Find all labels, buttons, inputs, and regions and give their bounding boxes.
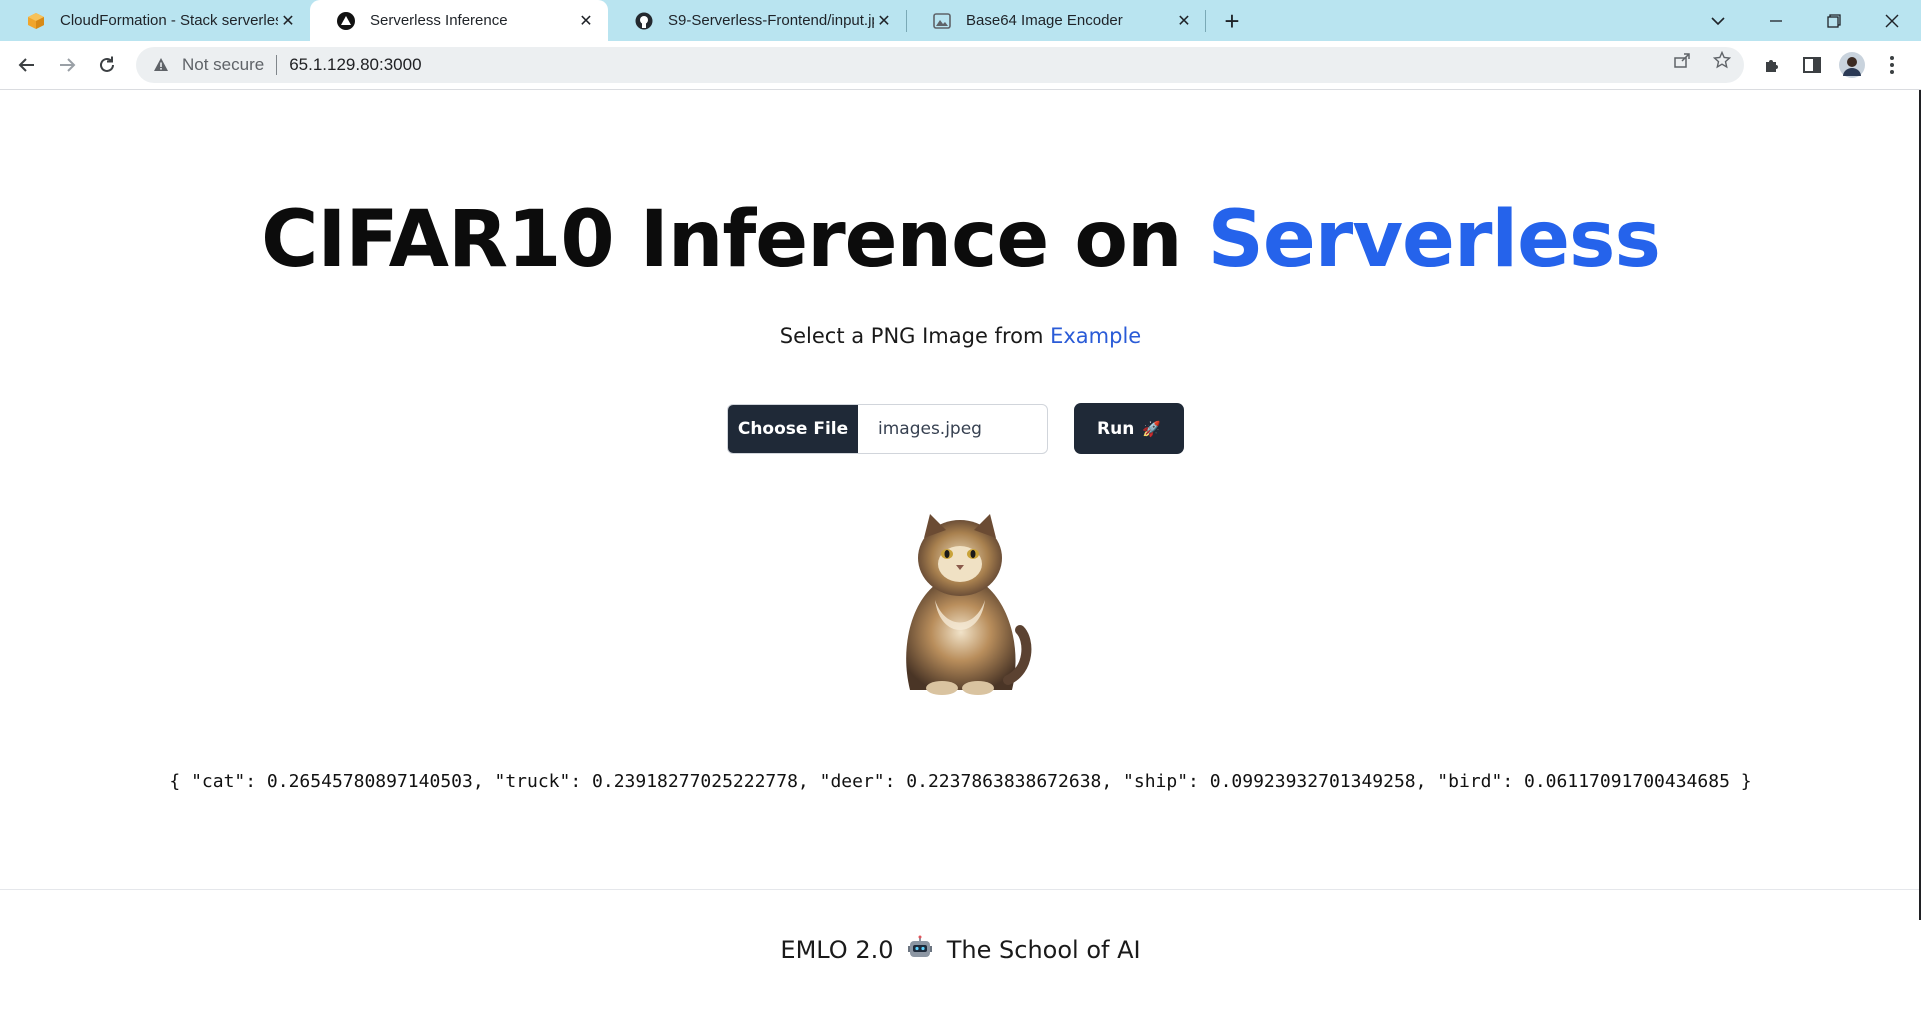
restore-button[interactable] — [1806, 0, 1862, 41]
reload-icon[interactable] — [93, 51, 121, 79]
tab-serverless-inference[interactable]: Serverless Inference ✕ — [310, 0, 608, 41]
prediction-result: { "cat": 0.26545780897140503, "truck": 0… — [169, 771, 1752, 792]
file-input[interactable]: Choose File images.jpeg — [727, 404, 1048, 454]
new-tab-button[interactable]: + — [1219, 6, 1245, 36]
tab-github[interactable]: S9-Serverless-Frontend/input.jpg ✕ — [608, 0, 906, 41]
robot-icon — [907, 935, 933, 967]
tab-title: S9-Serverless-Frontend/input.jpg — [668, 12, 874, 29]
tab-search-chevron-icon[interactable] — [1690, 0, 1746, 41]
warning-triangle-icon[interactable] — [152, 56, 170, 74]
example-link[interactable]: Example — [1050, 324, 1141, 348]
footer-left: EMLO 2.0 — [780, 936, 894, 964]
tab-strip: CloudFormation - Stack serverless ✕ Serv… — [0, 0, 1921, 41]
avatar[interactable] — [1838, 51, 1866, 79]
tab-cloudformation[interactable]: CloudFormation - Stack serverless ✕ — [0, 0, 310, 41]
close-window-button[interactable] — [1864, 0, 1920, 41]
triangle-logo-icon — [336, 11, 356, 31]
close-icon[interactable]: ✕ — [278, 11, 298, 31]
side-panel-icon[interactable] — [1798, 51, 1826, 79]
uploaded-cat-image — [906, 514, 1032, 695]
run-button-label: Run — [1097, 418, 1135, 439]
file-name-text: images.jpeg — [878, 419, 982, 439]
tab-title: Base64 Image Encoder — [966, 12, 1123, 29]
subtitle: Select a PNG Image from Example — [0, 324, 1921, 348]
bookmark-star-icon[interactable] — [1712, 50, 1732, 70]
page-title-accent: Serverless — [1207, 195, 1661, 285]
tab-title: Serverless Inference — [370, 12, 508, 29]
run-button[interactable]: Run 🚀 — [1074, 403, 1184, 454]
back-arrow-icon[interactable] — [13, 51, 41, 79]
tab-divider — [1205, 10, 1206, 32]
footer-right: The School of AI — [946, 936, 1141, 964]
url-text[interactable]: 65.1.129.80:3000 — [289, 55, 421, 75]
rocket-icon: 🚀 — [1142, 419, 1161, 438]
forward-arrow-icon[interactable] — [53, 51, 81, 79]
close-icon[interactable]: ✕ — [576, 11, 596, 31]
more-menu-icon[interactable] — [1878, 51, 1906, 79]
footer-divider — [0, 889, 1919, 890]
footer: EMLO 2.0 The School of AI — [0, 935, 1921, 967]
security-label[interactable]: Not secure — [182, 55, 264, 75]
tab-title: CloudFormation - Stack serverless — [60, 12, 278, 29]
aws-cube-icon — [26, 11, 46, 31]
minimize-button[interactable] — [1748, 0, 1804, 41]
page-content: CIFAR10 Inference on Serverless Select a… — [0, 90, 1921, 1017]
close-icon[interactable]: ✕ — [1174, 11, 1194, 31]
browser-toolbar: Not secure 65.1.129.80:3000 — [0, 41, 1921, 90]
page-title-main: CIFAR10 Inference on — [261, 195, 1208, 285]
address-bar[interactable]: Not secure 65.1.129.80:3000 — [136, 47, 1744, 83]
page-title: CIFAR10 Inference on Serverless — [0, 195, 1921, 285]
omnibox-divider — [276, 55, 278, 75]
choose-file-button[interactable]: Choose File — [728, 405, 858, 453]
github-icon — [634, 11, 654, 31]
share-icon[interactable] — [1672, 50, 1692, 70]
subtitle-text: Select a PNG Image from — [779, 324, 1051, 348]
close-icon[interactable]: ✕ — [874, 11, 894, 31]
extensions-puzzle-icon[interactable] — [1758, 51, 1786, 79]
image-icon — [932, 11, 952, 31]
tab-base64-encoder[interactable]: Base64 Image Encoder ✕ — [906, 0, 1206, 41]
